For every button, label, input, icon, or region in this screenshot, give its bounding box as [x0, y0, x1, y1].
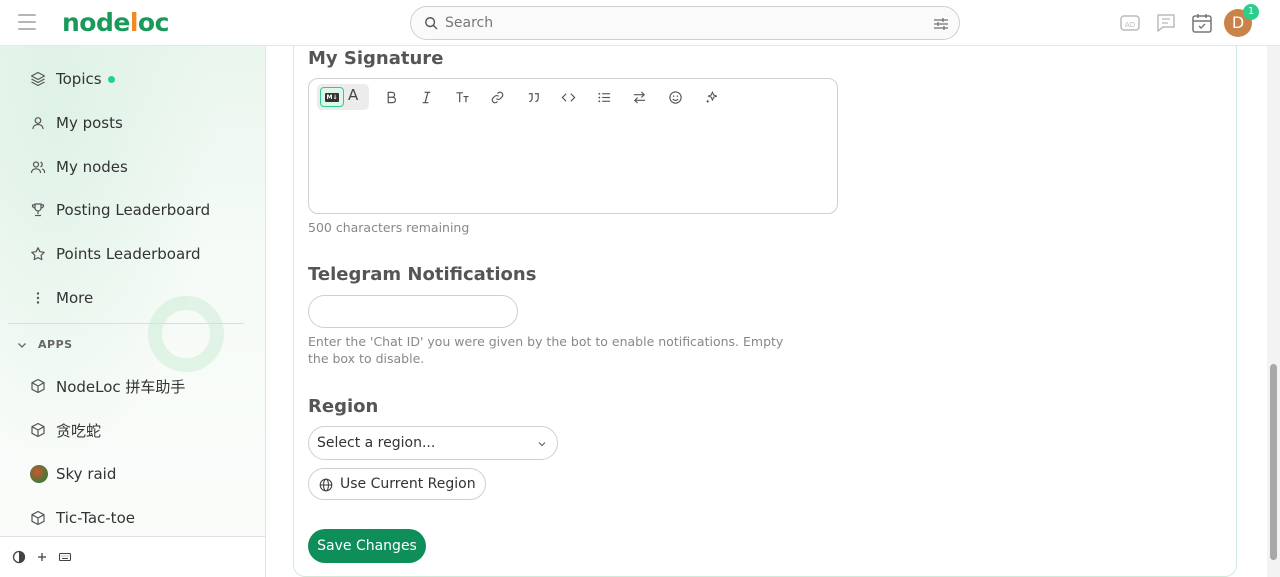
region-heading: Region — [308, 396, 379, 417]
signature-editor[interactable]: M↓ A — [308, 78, 838, 214]
sidebar-item-label: Posting Leaderboard — [56, 201, 211, 219]
sidebar-item-label: Points Leaderboard — [56, 245, 201, 263]
cube-icon — [31, 422, 45, 438]
sidebar-item-label: NodeLoc 拼车助手 — [56, 377, 186, 396]
chevron-down-icon — [18, 342, 26, 348]
search-icon — [425, 17, 438, 30]
rich-text-mode-icon[interactable]: A — [348, 86, 358, 104]
telegram-heading: Telegram Notifications — [308, 264, 537, 285]
logo-text-oc: oc — [137, 8, 170, 37]
cube-icon — [31, 510, 45, 526]
sidebar-item-points-leaderboard[interactable]: Points Leaderboard — [30, 243, 201, 265]
markdown-mode-toggle[interactable]: M↓ A — [317, 84, 369, 110]
apps-heading: APPS — [38, 338, 73, 351]
logo-text-l: l — [129, 8, 139, 37]
bullet-list-icon[interactable] — [593, 87, 615, 107]
ad-icon[interactable]: AD — [1119, 12, 1141, 34]
telegram-chat-id-input[interactable] — [308, 295, 518, 328]
sidebar-app-nodeloc-carpool[interactable]: NodeLoc 拼车助手 — [30, 375, 185, 397]
sidebar-item-more[interactable]: More — [30, 287, 93, 309]
sidebar: Topics My posts My nodes Posting Leaderb… — [0, 46, 266, 577]
keyboard-icon[interactable] — [58, 550, 72, 564]
ai-sparkle-icon[interactable] — [700, 87, 722, 107]
calendar-check-icon[interactable] — [1191, 12, 1213, 34]
app-avatar — [30, 465, 48, 483]
search-bar[interactable]: Search — [410, 6, 960, 40]
sidebar-item-label: Sky raid — [56, 465, 117, 483]
sidebar-item-label: More — [56, 289, 94, 307]
sidebar-item-topics[interactable]: Topics — [30, 68, 115, 90]
scrollbar-thumb[interactable] — [1270, 364, 1277, 560]
region-select-value: Select a region... — [317, 435, 436, 451]
markdown-icon[interactable]: M↓ — [320, 87, 344, 107]
sidebar-item-label: My nodes — [56, 158, 128, 176]
sidebar-item-my-nodes[interactable]: My nodes — [30, 156, 128, 178]
sidebar-item-label: Tic-Tac-toe — [56, 509, 135, 527]
italic-icon[interactable] — [415, 87, 437, 107]
save-changes-button[interactable]: Save Changes — [308, 529, 426, 563]
bold-icon[interactable] — [380, 87, 402, 107]
page-scrollbar[interactable] — [1267, 46, 1280, 577]
layers-icon — [30, 71, 46, 87]
sidebar-app-tic-tac-toe[interactable]: Tic-Tac-toe — [30, 507, 135, 529]
telegram-help-text: Enter the 'Chat ID' you were given by th… — [308, 334, 784, 366]
sidebar-item-posting-leaderboard[interactable]: Posting Leaderboard — [30, 199, 210, 221]
sidebar-item-label: My posts — [56, 114, 123, 132]
vertical-dots-icon — [36, 292, 40, 304]
trophy-icon — [31, 203, 45, 217]
user-icon — [32, 117, 44, 130]
site-logo[interactable]: nodeloc — [62, 8, 169, 37]
chat-icon[interactable] — [1155, 12, 1177, 34]
sidebar-item-label: Topics — [56, 70, 102, 88]
top-header: nodeloc Search AD D 1 — [0, 0, 1280, 46]
decorative-ring — [148, 296, 224, 372]
new-activity-dot — [107, 75, 115, 83]
code-icon[interactable] — [557, 87, 579, 107]
quote-icon[interactable] — [522, 87, 544, 107]
star-icon — [31, 247, 45, 261]
link-icon[interactable] — [486, 87, 508, 107]
region-select[interactable]: Select a region... — [308, 426, 558, 460]
signature-heading: My Signature — [308, 48, 444, 69]
sidebar-app-snake[interactable]: 贪吃蛇 — [30, 419, 101, 441]
svg-text:AD: AD — [1125, 21, 1135, 29]
emoji-icon[interactable] — [664, 87, 686, 107]
apps-section-toggle[interactable]: APPS — [16, 338, 73, 351]
sidebar-item-my-posts[interactable]: My posts — [30, 112, 123, 134]
use-current-region-button[interactable]: Use Current Region — [308, 468, 486, 500]
sidebar-item-label: 贪吃蛇 — [56, 421, 102, 440]
globe-icon — [319, 478, 333, 492]
users-icon — [30, 161, 46, 174]
notification-badge[interactable]: 1 — [1243, 4, 1259, 20]
logo-text-node: node — [62, 8, 130, 37]
signature-char-counter: 500 characters remaining — [308, 220, 470, 235]
sidebar-divider — [8, 323, 244, 324]
sidebar-app-sky-raid[interactable]: Sky raid — [30, 463, 116, 485]
sidebar-footer — [0, 536, 265, 577]
heading-icon[interactable] — [451, 87, 473, 107]
plus-icon[interactable] — [35, 550, 49, 564]
search-placeholder: Search — [445, 15, 494, 31]
theme-toggle-icon[interactable] — [12, 550, 26, 564]
cube-icon — [31, 378, 45, 394]
chevron-down-icon — [538, 442, 546, 447]
use-current-region-label: Use Current Region — [340, 476, 476, 492]
hamburger-menu-icon[interactable] — [18, 14, 36, 30]
search-filter-icon[interactable] — [933, 16, 949, 32]
swap-direction-icon[interactable] — [628, 87, 650, 107]
